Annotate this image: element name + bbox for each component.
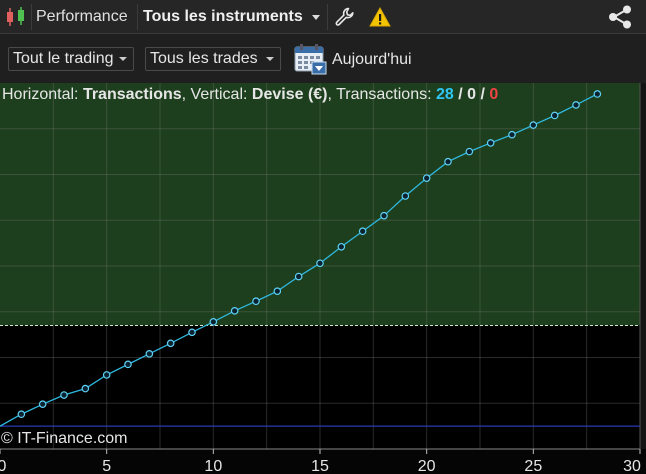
title-divider: [31, 4, 32, 30]
data-point: [230, 307, 239, 315]
data-point: [124, 360, 132, 369]
chevron-down-icon: [119, 57, 127, 61]
transactions-label: , Transactions:: [327, 86, 432, 103]
equity-curve-chart: 0 5 10 15 20 25 30: [0, 83, 646, 474]
data-point: [380, 211, 388, 220]
data-point: [465, 147, 474, 156]
chevron-down-icon: [266, 57, 274, 61]
info-slash: /: [458, 86, 463, 103]
data-point: [550, 111, 559, 120]
instrument-selector[interactable]: Tous les instruments: [143, 8, 303, 26]
info-slash: /: [480, 86, 485, 103]
transactions-total: 28: [436, 86, 454, 103]
data-point: [444, 157, 452, 166]
data-point: [81, 384, 90, 393]
period-label[interactable]: Aujourd'hui: [332, 51, 412, 69]
trading-filter-dropdown[interactable]: Tout le trading: [8, 47, 134, 71]
calendar-icon[interactable]: [293, 43, 327, 75]
wrench-icon[interactable]: [334, 6, 356, 28]
transactions-neutral: 0: [467, 86, 477, 103]
x-tick-label: 25: [524, 458, 542, 474]
data-point: [508, 130, 516, 139]
tab-performance[interactable]: Performance: [36, 8, 128, 26]
x-tick-label: 5: [102, 458, 111, 474]
data-point: [593, 90, 602, 98]
trading-filter-label: Tout le trading: [13, 50, 114, 67]
trades-filter-label: Tous les trades: [150, 50, 258, 67]
transactions-loss: 0: [489, 86, 499, 103]
chart-info-line: Horizontal: Transactions, Vertical: Devi…: [2, 86, 498, 104]
toolbar: Tout le trading Tous les trades Aujourd'…: [0, 35, 646, 83]
data-point: [337, 242, 346, 251]
vertical-label: Vertical:: [186, 86, 248, 103]
candlestick-logo-icon: [7, 7, 24, 26]
title-divider: [327, 4, 328, 30]
title-bar: Performance Tous les instruments: [0, 0, 646, 34]
data-point: [252, 297, 260, 306]
share-icon[interactable]: [606, 4, 634, 30]
data-point: [209, 318, 218, 326]
data-point: [60, 391, 68, 399]
data-point: [529, 121, 538, 129]
title-divider: [137, 4, 138, 30]
x-tick-label: 30: [623, 458, 641, 474]
data-point: [294, 272, 303, 281]
x-tick-label: 15: [311, 458, 329, 474]
data-point: [358, 227, 367, 236]
data-point: [102, 371, 111, 379]
data-point: [486, 139, 495, 147]
data-point: [401, 192, 410, 200]
copyright-text: © IT-Finance.com: [1, 430, 128, 447]
data-point: [188, 328, 196, 337]
trades-filter-dropdown[interactable]: Tous les trades: [145, 47, 281, 71]
horizontal-label: Horizontal:: [2, 86, 79, 103]
chevron-down-icon[interactable]: [312, 15, 320, 20]
data-point: [422, 174, 431, 182]
right-margin: [640, 83, 646, 449]
data-point: [316, 259, 324, 268]
warning-icon[interactable]: [369, 6, 391, 28]
x-tick-label: 10: [204, 458, 222, 474]
data-point: [273, 287, 282, 295]
data-point: [17, 410, 26, 419]
vertical-value: Devise (€): [251, 86, 328, 103]
data-point: [145, 350, 154, 358]
x-tick-label: 20: [418, 458, 436, 474]
data-point: [38, 400, 47, 408]
data-point: [572, 101, 580, 109]
performance-chart: 0 5 10 15 20 25 30: [0, 83, 646, 474]
horizontal-value: Transactions: [82, 86, 182, 103]
data-point: [166, 339, 175, 348]
x-tick-label: 0: [0, 458, 7, 474]
